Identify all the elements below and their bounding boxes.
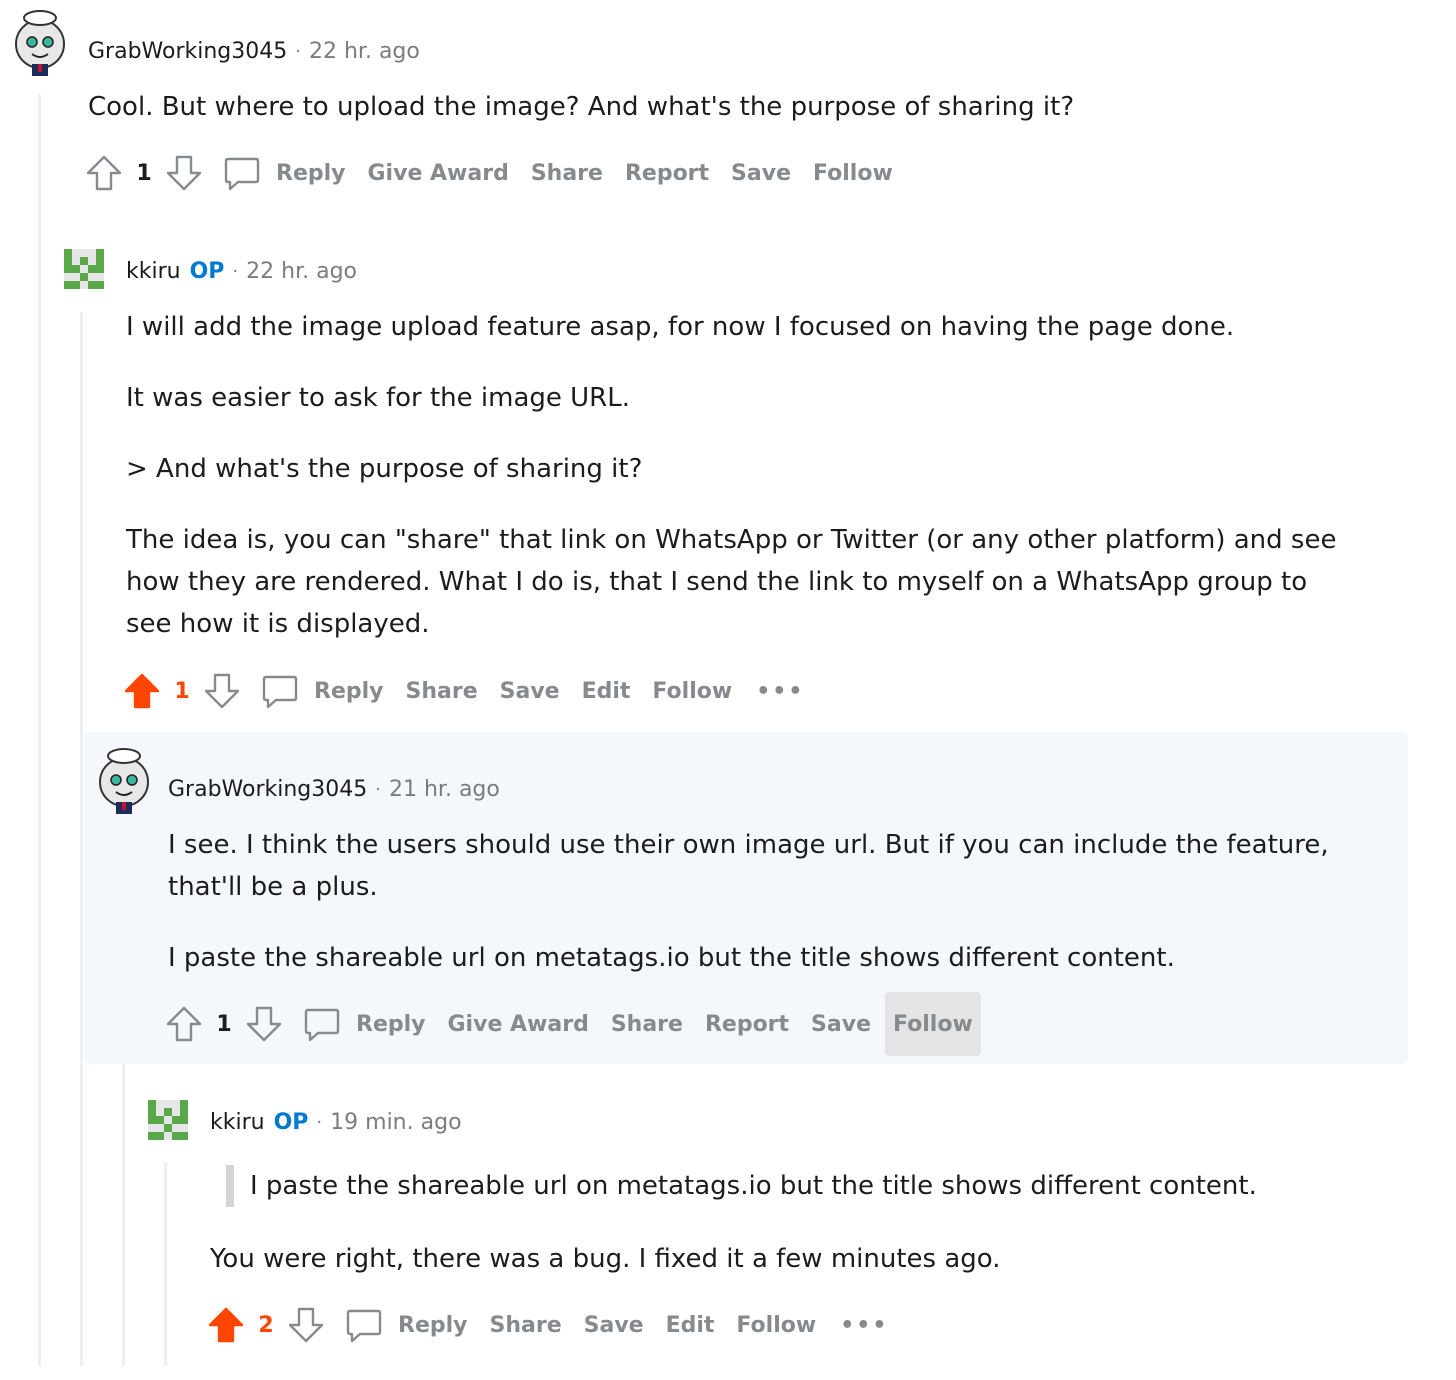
give-award-button[interactable]: Give Award: [360, 141, 517, 205]
report-button[interactable]: Report: [617, 141, 717, 205]
pixel-avatar-icon[interactable]: [148, 1099, 188, 1141]
speech-bubble-icon: [302, 1004, 342, 1044]
meta-separator: ·: [375, 779, 381, 800]
vote-score: 2: [258, 1312, 274, 1338]
save-button[interactable]: Save: [492, 659, 568, 723]
comment-paragraph: I paste the shareable url on metatags.io…: [168, 943, 1175, 973]
comment-meta: kkiru OP · 22 hr. ago: [126, 257, 357, 287]
comment-actions: 1 Reply Give Award Share Report Save Fol…: [84, 141, 907, 205]
comment-body: You were right, there was a bug. I fixed…: [210, 1238, 1360, 1280]
upvote-arrow-icon[interactable]: [122, 671, 162, 711]
reply-label: Reply: [276, 160, 346, 186]
snoo-avatar-icon[interactable]: [94, 744, 154, 816]
thread-line-level-2[interactable]: [80, 312, 83, 1366]
comment-body-quote: I paste the shareable url on metatags.io…: [226, 1165, 1376, 1207]
blockquote: I paste the shareable url on metatags.io…: [226, 1165, 1376, 1207]
timestamp[interactable]: 22 hr. ago: [246, 257, 357, 287]
comment-actions: 1 Reply Share Save Edit Follow •••: [122, 659, 820, 723]
downvote-arrow-icon[interactable]: [244, 1004, 284, 1044]
username[interactable]: kkiru: [210, 1108, 265, 1138]
upvote-arrow-icon[interactable]: [84, 153, 124, 193]
comment-paragraph: > And what's the purpose of sharing it?: [126, 454, 643, 484]
follow-button[interactable]: Follow: [885, 992, 981, 1056]
more-options-button[interactable]: •••: [746, 659, 814, 723]
upvote-arrow-icon[interactable]: [164, 1004, 204, 1044]
timestamp[interactable]: 21 hr. ago: [389, 775, 500, 805]
report-button[interactable]: Report: [697, 992, 797, 1056]
meta-separator: ·: [295, 41, 301, 62]
speech-bubble-icon: [344, 1305, 384, 1345]
comment-body: I will add the image upload feature asap…: [126, 306, 1356, 645]
username[interactable]: GrabWorking3045: [168, 775, 367, 805]
follow-button[interactable]: Follow: [644, 659, 740, 723]
comment-paragraph: It was easier to ask for the image URL.: [126, 383, 630, 413]
share-button[interactable]: Share: [523, 141, 611, 205]
username[interactable]: GrabWorking3045: [88, 37, 287, 67]
upvote-arrow-icon[interactable]: [206, 1305, 246, 1345]
share-button[interactable]: Share: [398, 659, 486, 723]
save-button[interactable]: Save: [576, 1293, 652, 1357]
follow-button[interactable]: Follow: [728, 1293, 824, 1357]
snoo-avatar-icon[interactable]: [10, 6, 70, 78]
reply-button[interactable]: Reply: [242, 659, 392, 723]
thread-line-level-1[interactable]: [38, 94, 41, 1366]
more-options-button[interactable]: •••: [830, 1293, 898, 1357]
op-badge: OP: [273, 1110, 309, 1135]
comment-paragraph: The idea is, you can "share" that link o…: [126, 525, 1337, 639]
vote-score: 1: [216, 1011, 232, 1037]
comment-body: Cool. But where to upload the image? And…: [88, 86, 1348, 128]
thread-line-level-4[interactable]: [164, 1162, 167, 1366]
edit-button[interactable]: Edit: [574, 659, 639, 723]
reply-button[interactable]: Reply: [204, 141, 354, 205]
reply-label: Reply: [356, 1011, 426, 1037]
reply-button[interactable]: Reply: [326, 1293, 476, 1357]
comment-meta: GrabWorking3045 · 21 hr. ago: [168, 775, 500, 805]
reply-label: Reply: [398, 1312, 468, 1338]
comment-meta: kkiru OP · 19 min. ago: [210, 1108, 462, 1138]
comment-paragraph: You were right, there was a bug. I fixed…: [210, 1244, 1001, 1274]
comment-paragraph: I will add the image upload feature asap…: [126, 312, 1235, 342]
downvote-arrow-icon[interactable]: [202, 671, 242, 711]
meta-separator: ·: [316, 1112, 323, 1133]
share-button[interactable]: Share: [603, 992, 691, 1056]
reply-button[interactable]: Reply: [284, 992, 434, 1056]
save-button[interactable]: Save: [723, 141, 799, 205]
comment-actions: 1 Reply Give Award Share Report Save Fol…: [164, 992, 987, 1056]
share-button[interactable]: Share: [482, 1293, 570, 1357]
reply-label: Reply: [314, 678, 384, 704]
vote-score: 1: [136, 160, 152, 186]
comment-paragraph: I see. I think the users should use thei…: [168, 830, 1329, 902]
comment-meta: GrabWorking3045 · 22 hr. ago: [88, 37, 420, 67]
downvote-arrow-icon[interactable]: [164, 153, 204, 193]
comment-body: I see. I think the users should use thei…: [168, 824, 1358, 979]
save-button[interactable]: Save: [803, 992, 879, 1056]
op-badge: OP: [189, 259, 225, 284]
meta-separator: ·: [232, 261, 239, 282]
speech-bubble-icon: [222, 153, 262, 193]
pixel-avatar-icon[interactable]: [64, 248, 104, 290]
comment-paragraph: Cool. But where to upload the image? And…: [88, 92, 1075, 122]
timestamp[interactable]: 19 min. ago: [330, 1108, 461, 1138]
give-award-button[interactable]: Give Award: [440, 992, 597, 1056]
vote-score: 1: [174, 678, 190, 704]
speech-bubble-icon: [260, 671, 300, 711]
edit-button[interactable]: Edit: [658, 1293, 723, 1357]
follow-button[interactable]: Follow: [805, 141, 901, 205]
downvote-arrow-icon[interactable]: [286, 1305, 326, 1345]
comment-actions: 2 Reply Share Save Edit Follow •••: [206, 1293, 904, 1357]
timestamp[interactable]: 22 hr. ago: [309, 37, 420, 67]
username[interactable]: kkiru: [126, 257, 181, 287]
